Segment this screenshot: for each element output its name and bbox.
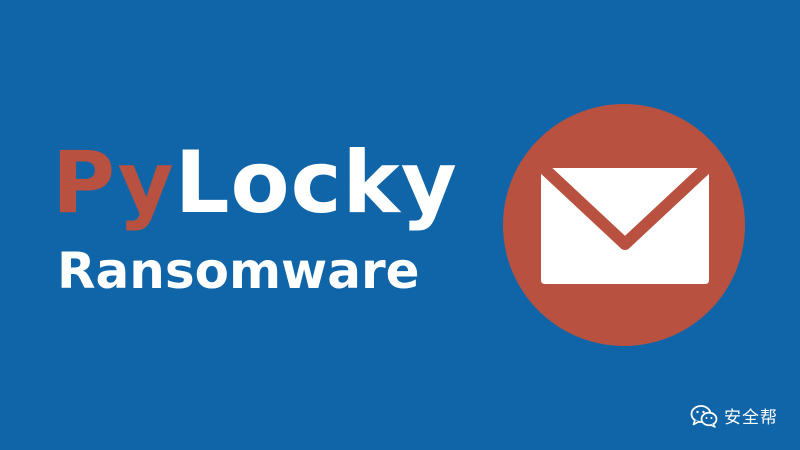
banner-subtitle: Ransomware <box>57 242 420 300</box>
watermark-text: 安全帮 <box>724 408 778 428</box>
title-py: Py <box>52 133 175 233</box>
banner-canvas: PyLocky Ransomware 安全帮 <box>0 0 800 450</box>
wechat-icon <box>690 404 718 428</box>
watermark: 安全帮 <box>690 403 778 428</box>
title-locky: Locky <box>174 133 458 233</box>
banner-title: PyLocky <box>52 140 458 226</box>
envelope-badge <box>503 104 745 346</box>
envelope-icon <box>530 155 720 284</box>
